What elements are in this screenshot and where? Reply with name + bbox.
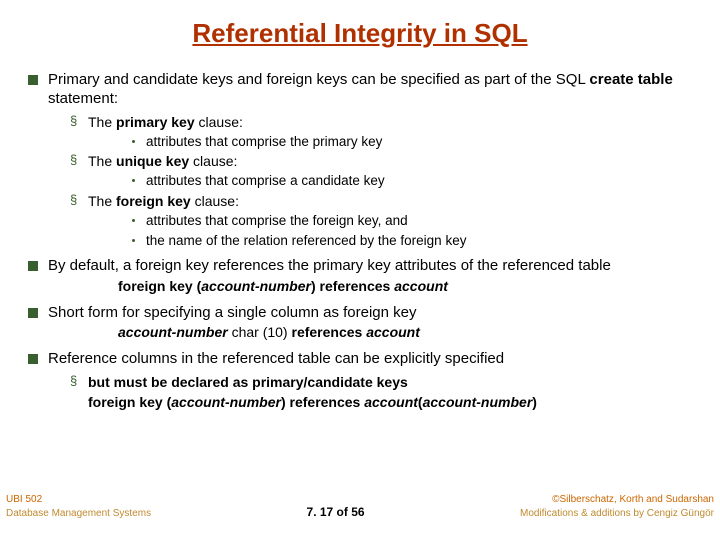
footer-course: UBI 502 — [6, 494, 42, 505]
b1-s3: The foreign key clause: attributes that … — [48, 192, 702, 249]
b1-lead: Primary and candidate keys and foreign k… — [48, 71, 589, 88]
b2-paren-open: ( — [193, 278, 202, 294]
b4-kw-fk: foreign key — [88, 394, 163, 410]
b4-tbl: account — [364, 394, 418, 410]
b1-s1-tail: clause: — [199, 114, 243, 130]
bullet-4: Reference columns in the referenced tabl… — [18, 350, 702, 411]
b1-s3-tail: clause: — [195, 193, 239, 209]
slide-title: Referential Integrity in SQL — [18, 18, 702, 49]
footer: UBI 502 ©Silberschatz, Korth and Sudarsh… — [0, 494, 720, 534]
b2-paren-close: ) — [311, 278, 320, 294]
b1-s1-details: attributes that comprise the primary key — [88, 133, 702, 151]
footer-line2: Database Management Systems 7. 17 of 56 … — [0, 505, 720, 519]
b4-kw-ref: references — [290, 394, 365, 410]
b1-s1-label: The — [88, 114, 116, 130]
b2-kw-fk: foreign key — [118, 278, 193, 294]
b3-kw-ref: references — [292, 324, 367, 340]
b1-s2-strong: unique key — [116, 153, 193, 169]
b2-kw-ref: references — [320, 278, 395, 294]
footer-page: 7. 17 of 56 — [307, 505, 365, 519]
slide: Referential Integrity in SQL Primary and… — [0, 0, 720, 540]
bullet-2: By default, a foreign key references the… — [18, 257, 702, 295]
b4-text: Reference columns in the referenced tabl… — [48, 350, 504, 367]
b1-s3-details: attributes that comprise the foreign key… — [88, 212, 702, 249]
bullet-3: Short form for specifying a single colum… — [18, 304, 702, 342]
b2-arg: account-number — [201, 278, 311, 294]
footer-line1: UBI 502 ©Silberschatz, Korth and Sudarsh… — [0, 494, 720, 505]
b1-s1-d1: attributes that comprise the primary key — [88, 133, 702, 151]
b1-sublist: The primary key clause: attributes that … — [48, 113, 702, 250]
b4-s1: but must be declared as primary/candidat… — [48, 373, 702, 411]
b4-paren2-close: ) — [532, 394, 537, 410]
b1-s1: The primary key clause: attributes that … — [48, 113, 702, 151]
footer-mods: Modifications & additions by Cengiz Güng… — [520, 508, 714, 519]
b2-tbl: account — [394, 278, 448, 294]
b2-text: By default, a foreign key references the… — [48, 257, 611, 274]
b3-tbl: account — [366, 324, 420, 340]
b4-s1-text: but must be declared as primary/candidat… — [88, 374, 408, 390]
footer-copyright: ©Silberschatz, Korth and Sudarshan — [552, 494, 714, 505]
b1-s2-details: attributes that comprise a candidate key — [88, 172, 702, 190]
b1-s2: The unique key clause: attributes that c… — [48, 152, 702, 190]
b2-code: foreign key (account-number) references … — [48, 278, 702, 296]
b4-arg2: account-number — [423, 394, 533, 410]
b1-s3-label: The — [88, 193, 116, 209]
bullet-list: Primary and candidate keys and foreign k… — [18, 71, 702, 411]
b1-s3-d2: the name of the relation referenced by t… — [88, 232, 702, 250]
b1-strong: create table — [589, 71, 672, 88]
b1-s2-tail: clause: — [193, 153, 237, 169]
bullet-1: Primary and candidate keys and foreign k… — [18, 71, 702, 249]
b3-text: Short form for specifying a single colum… — [48, 304, 417, 321]
b1-s3-strong: foreign key — [116, 193, 195, 209]
b4-sublist: but must be declared as primary/candidat… — [48, 373, 702, 411]
b3-type: char (10) — [228, 324, 292, 340]
b4-arg: account-number — [171, 394, 281, 410]
b1-s2-label: The — [88, 153, 116, 169]
b4-code: foreign key (account-number) references … — [88, 391, 702, 411]
b4-paren-open: ( — [163, 394, 172, 410]
b1-s1-strong: primary key — [116, 114, 199, 130]
b4-paren-close: ) — [281, 394, 290, 410]
b1-s2-d1: attributes that comprise a candidate key — [88, 172, 702, 190]
b1-tail: statement: — [48, 90, 118, 107]
b3-code: account-number char (10) references acco… — [48, 324, 702, 342]
b1-s3-d1: attributes that comprise the foreign key… — [88, 212, 702, 230]
footer-dept: Database Management Systems — [6, 508, 151, 519]
b3-col: account-number — [118, 324, 228, 340]
